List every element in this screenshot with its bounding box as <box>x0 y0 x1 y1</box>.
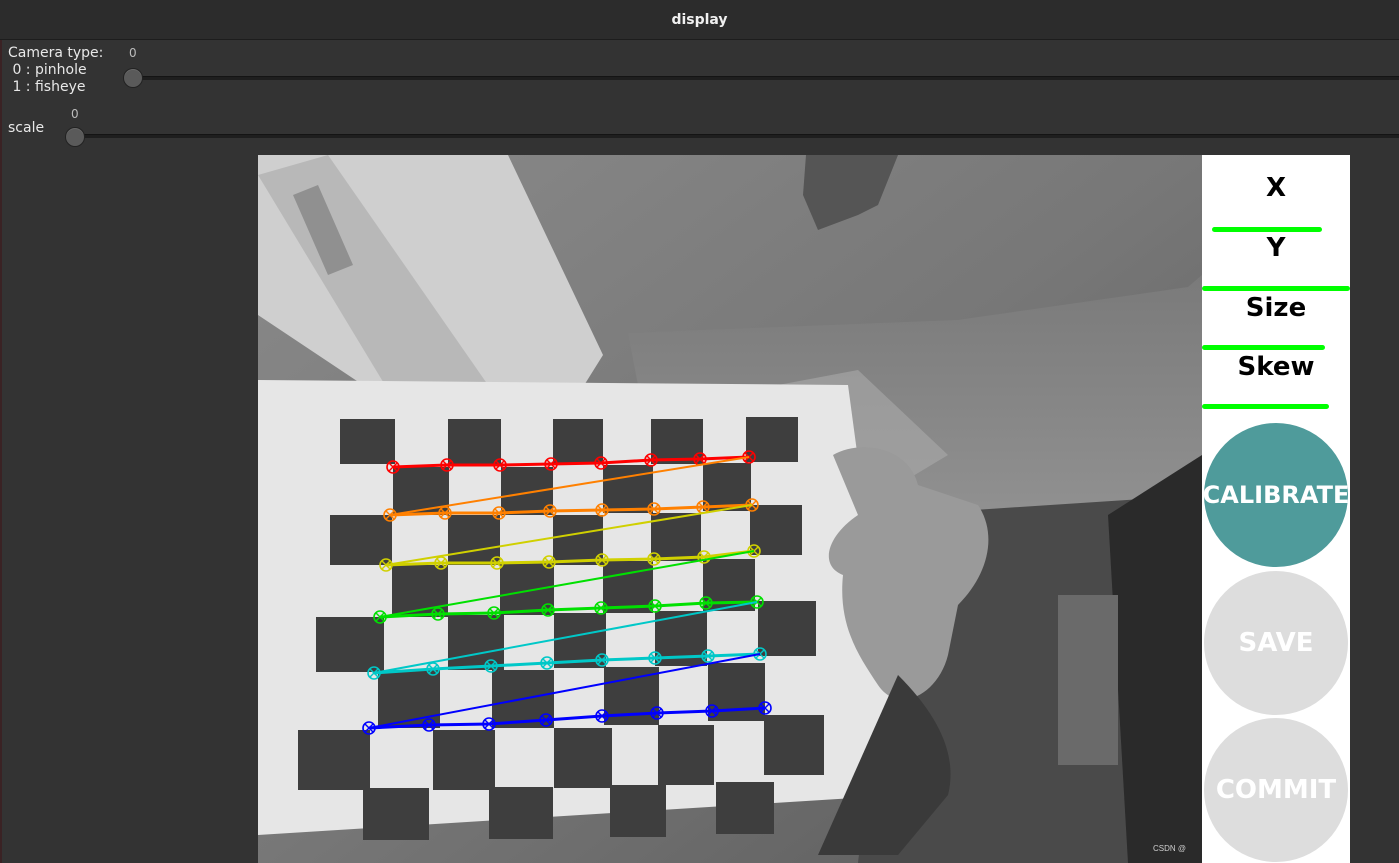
camera-type-slider-track[interactable] <box>132 76 1399 80</box>
scale-slider-track[interactable] <box>74 134 1399 138</box>
scale-value: 0 <box>71 107 79 121</box>
calibration-panel: X Y Size Skew CALIBRATE SAVE COMMIT <box>1202 155 1350 863</box>
scale-slider-handle[interactable] <box>65 127 85 147</box>
window-title: display <box>671 11 728 28</box>
calibrate-button[interactable]: CALIBRATE <box>1203 423 1349 567</box>
metric-size-label: Size <box>1245 293 1307 323</box>
metric-x-bar <box>1212 227 1322 232</box>
save-button[interactable]: SAVE <box>1204 571 1348 715</box>
window-left-edge <box>0 0 2 863</box>
camera-type-slider-handle[interactable] <box>123 68 143 88</box>
camera-type-label: Camera type: 0 : pinhole 1 : fisheye <box>8 45 104 95</box>
camera-type-value: 0 <box>129 46 137 60</box>
metric-y-bar <box>1202 286 1350 291</box>
metric-skew-bar <box>1202 404 1329 409</box>
metric-y-label: Y <box>1266 233 1286 263</box>
metric-skew-label: Skew <box>1237 352 1315 382</box>
watermark: CSDN @ <box>1152 844 1186 853</box>
camera-view: CSDN @ <box>258 155 1202 863</box>
metric-size-bar <box>1202 345 1325 350</box>
scale-label: scale <box>8 120 45 136</box>
window-titlebar[interactable]: display <box>0 0 1399 40</box>
camera-frame <box>258 155 1202 863</box>
commit-button[interactable]: COMMIT <box>1204 718 1348 862</box>
metric-x-label: X <box>1265 173 1287 203</box>
